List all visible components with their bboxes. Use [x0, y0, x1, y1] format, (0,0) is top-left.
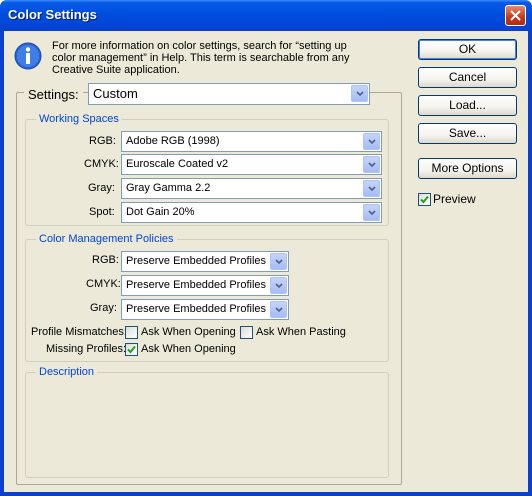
missing-ask-opening-label: Ask When Opening: [141, 343, 236, 355]
close-button[interactable]: [505, 5, 526, 26]
preview-checkbox[interactable]: [418, 193, 431, 206]
cancel-button[interactable]: Cancel: [418, 67, 517, 88]
color-policies-title: Color Management Policies: [36, 233, 177, 245]
ok-button[interactable]: OK: [418, 39, 517, 60]
missing-ask-opening-checkbox[interactable]: [125, 343, 138, 356]
mismatch-ask-opening-checkbox[interactable]: [125, 326, 138, 339]
policy-gray-label: Gray:: [90, 302, 117, 314]
chevron-down-icon: [363, 156, 380, 173]
check-icon: [420, 195, 429, 204]
chevron-down-icon: [351, 85, 368, 102]
ws-cmyk-label: CMYK:: [84, 158, 119, 170]
color-settings-window: Color Settings For more information on c…: [0, 0, 532, 496]
ws-spot-label: Spot:: [89, 206, 115, 218]
chevron-down-icon: [363, 133, 380, 150]
description-group: Description: [25, 366, 389, 478]
policy-rgb-select[interactable]: Preserve Embedded Profiles: [121, 251, 289, 272]
dialog-body: For more information on color settings, …: [4, 31, 528, 492]
mismatch-ask-opening-label: Ask When Opening: [141, 326, 236, 338]
policy-cmyk-select[interactable]: Preserve Embedded Profiles: [121, 275, 289, 296]
policy-rgb-label: RGB:: [92, 254, 119, 266]
chevron-down-icon: [270, 253, 287, 270]
ws-spot-select[interactable]: Dot Gain 20%: [121, 202, 382, 223]
mismatch-ask-pasting-label: Ask When Pasting: [256, 326, 346, 338]
mismatch-ask-pasting-checkbox[interactable]: [240, 326, 253, 339]
ws-gray-select[interactable]: Gray Gamma 2.2: [121, 178, 382, 199]
profile-mismatches-label: Profile Mismatches:: [31, 326, 127, 338]
ws-rgb-label: RGB:: [89, 135, 116, 147]
chevron-down-icon: [363, 180, 380, 197]
chevron-down-icon: [270, 277, 287, 294]
preview-label: Preview: [433, 192, 476, 206]
window-title: Color Settings: [8, 7, 97, 22]
info-message: For more information on color settings, …: [52, 40, 350, 76]
policy-cmyk-label: CMYK:: [86, 278, 121, 290]
close-icon: [510, 10, 521, 21]
chevron-down-icon: [363, 204, 380, 221]
chevron-down-icon: [270, 301, 287, 318]
info-icon: [14, 42, 42, 70]
ws-cmyk-select[interactable]: Euroscale Coated v2: [121, 154, 382, 175]
save-button[interactable]: Save...: [418, 123, 517, 144]
check-icon: [127, 345, 136, 354]
ws-rgb-select[interactable]: Adobe RGB (1998): [121, 131, 382, 152]
more-options-button[interactable]: More Options: [418, 158, 517, 179]
load-button[interactable]: Load...: [418, 95, 517, 116]
missing-profiles-label: Missing Profiles:: [46, 343, 127, 355]
title-bar[interactable]: Color Settings: [0, 0, 532, 31]
description-title: Description: [36, 366, 98, 378]
working-spaces-title: Working Spaces: [36, 113, 122, 125]
settings-select[interactable]: Custom: [88, 83, 370, 105]
settings-label: Settings:: [24, 87, 83, 102]
policy-gray-select[interactable]: Preserve Embedded Profiles: [121, 299, 289, 320]
ws-gray-label: Gray:: [88, 182, 115, 194]
